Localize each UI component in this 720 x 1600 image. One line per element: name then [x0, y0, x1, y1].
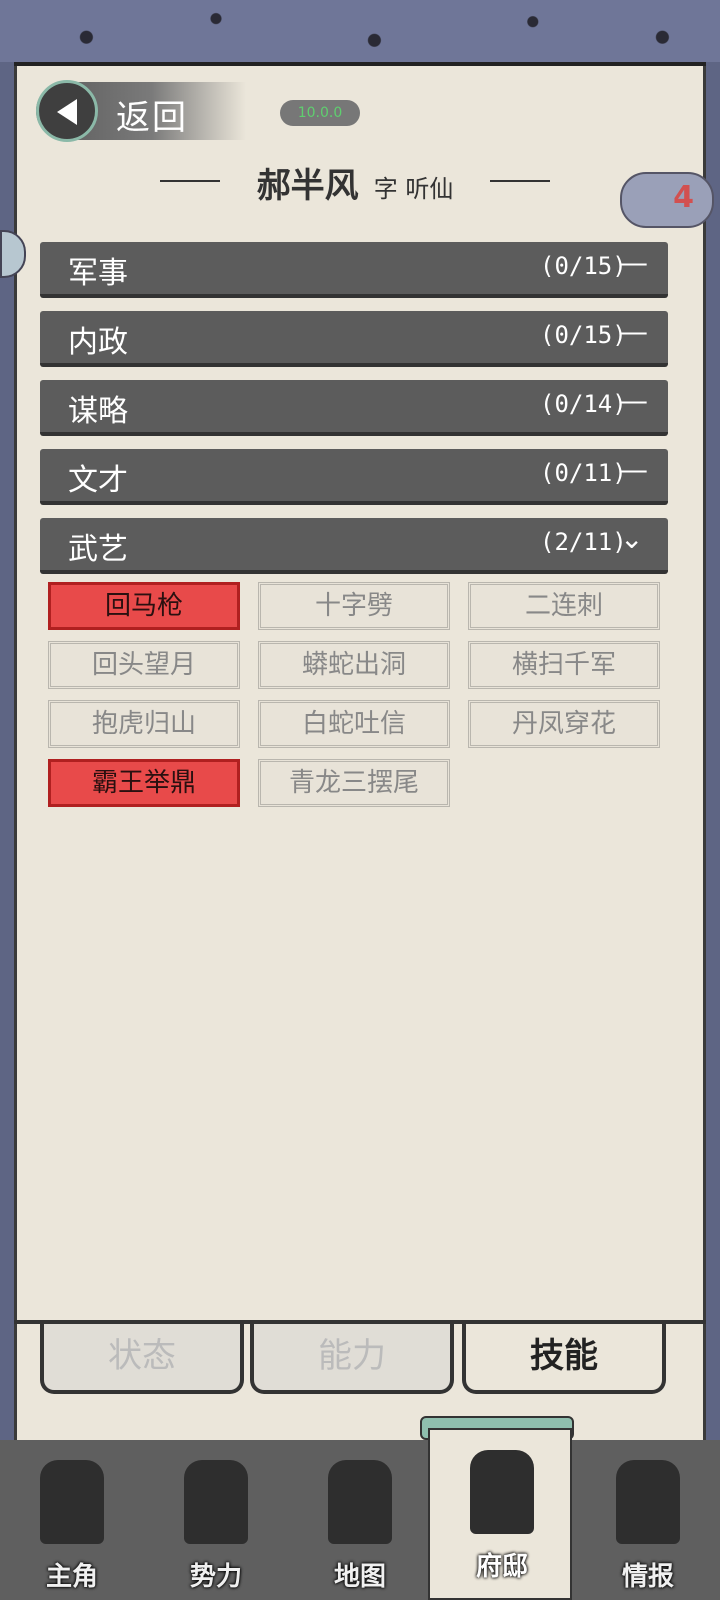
skill-button[interactable]: 霸王举鼎: [48, 759, 240, 807]
nav-label: 情报: [621, 1562, 674, 1592]
bottom-nav: 主角 势力 地图 府邸 情报: [0, 1428, 720, 1600]
category-name: 武艺: [68, 532, 128, 567]
skill-button[interactable]: 抱虎归山: [48, 700, 240, 748]
category-martial[interactable]: 武艺 (2/11) ⌄: [40, 518, 668, 574]
nav-map[interactable]: 地图: [288, 1440, 432, 1600]
character-name: 郝半风: [256, 166, 359, 206]
collapse-icon: —: [620, 384, 648, 417]
skill-button[interactable]: 蟒蛇出洞: [258, 641, 450, 689]
category-count: (0/11): [540, 459, 627, 487]
skill-button[interactable]: 横扫千军: [468, 641, 660, 689]
nav-hero[interactable]: 主角: [0, 1440, 144, 1600]
category-count: (0/14): [540, 390, 627, 418]
skill-button[interactable]: 回头望月: [48, 641, 240, 689]
skill-button[interactable]: 青龙三摆尾: [258, 759, 450, 807]
character-style-name: 字 听仙: [373, 175, 454, 203]
collapse-icon: —: [620, 315, 648, 348]
decorative-top-border: [0, 0, 720, 66]
right-frame: [706, 62, 720, 1472]
cloud-notice-button[interactable]: 4: [620, 172, 714, 228]
back-label: 返回: [116, 98, 188, 138]
ornament-line-left: [160, 180, 220, 182]
character-title: 郝半风 字 听仙: [160, 158, 550, 206]
scroll-icon: [616, 1460, 680, 1544]
category-count: (2/11): [540, 528, 627, 556]
category-name: 文才: [68, 463, 128, 498]
nav-faction[interactable]: 势力: [144, 1440, 288, 1600]
category-name: 军事: [68, 256, 128, 291]
nav-mansion[interactable]: 府邸: [428, 1428, 572, 1600]
collapse-icon: —: [620, 246, 648, 279]
back-button[interactable]: 返回: [36, 80, 246, 142]
tab-skills[interactable]: 技能: [462, 1324, 666, 1394]
mansion-icon: [470, 1450, 534, 1534]
category-administration[interactable]: 内政 (0/15) —: [40, 311, 668, 367]
skill-button[interactable]: 白蛇吐信: [258, 700, 450, 748]
flag-icon: [184, 1460, 248, 1544]
category-name: 内政: [68, 325, 128, 360]
category-strategy[interactable]: 谋略 (0/14) —: [40, 380, 668, 436]
skill-button[interactable]: 二连刺: [468, 582, 660, 630]
skill-button[interactable]: 丹凤穿花: [468, 700, 660, 748]
back-arrow-icon: [36, 80, 98, 142]
map-icon: [328, 1460, 392, 1544]
category-count: (0/15): [540, 321, 627, 349]
hero-icon: [40, 1460, 104, 1544]
category-name: 谋略: [68, 394, 128, 429]
ornament-line-right: [490, 180, 550, 182]
notice-count: 4: [673, 180, 694, 215]
chevron-down-icon: ⌄: [620, 522, 644, 555]
nav-label: 地图: [333, 1562, 386, 1592]
tab-status[interactable]: 状态: [40, 1324, 244, 1394]
nav-label: 府邸: [475, 1552, 528, 1582]
nav-intel[interactable]: 情报: [576, 1440, 720, 1600]
skill-button[interactable]: 十字劈: [258, 582, 450, 630]
category-military[interactable]: 军事 (0/15) —: [40, 242, 668, 298]
nav-label: 主角: [45, 1562, 98, 1592]
category-count: (0/15): [540, 252, 627, 280]
category-literary[interactable]: 文才 (0/11) —: [40, 449, 668, 505]
nav-label: 势力: [189, 1562, 242, 1592]
skill-button[interactable]: 回马枪: [48, 582, 240, 630]
version-badge: 10.0.0: [280, 100, 360, 126]
collapse-icon: —: [620, 453, 648, 486]
tab-ability[interactable]: 能力: [250, 1324, 454, 1394]
